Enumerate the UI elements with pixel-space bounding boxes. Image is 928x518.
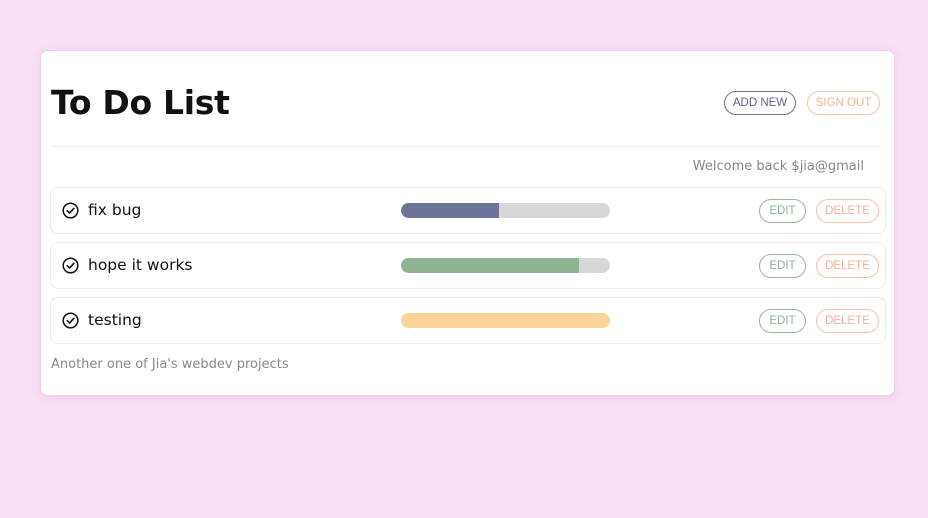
welcome-message: Welcome back $jia@gmail — [692, 159, 864, 174]
page-title: To Do List — [51, 83, 230, 122]
task-progress-bar — [401, 258, 610, 273]
task-label: testing — [88, 311, 142, 329]
footer-text: Another one of Jia's webdev projects — [51, 357, 289, 372]
card-header: To Do List ADD NEW SIGN OUT — [51, 51, 884, 147]
check-circle-icon[interactable] — [62, 202, 79, 219]
check-circle-icon[interactable] — [62, 257, 79, 274]
edit-button[interactable]: EDIT — [759, 254, 806, 278]
task-row: testing EDIT DELETE — [50, 297, 886, 344]
delete-button[interactable]: DELETE — [816, 254, 879, 278]
task-progress-bar — [401, 203, 610, 218]
task-label: fix bug — [88, 201, 142, 219]
edit-button[interactable]: EDIT — [759, 199, 806, 223]
add-new-button[interactable]: ADD NEW — [724, 91, 796, 115]
task-row: fix bug EDIT DELETE — [50, 187, 886, 234]
todo-card: To Do List ADD NEW SIGN OUT Welcome back… — [40, 50, 895, 396]
check-circle-icon[interactable] — [62, 312, 79, 329]
task-label: hope it works — [88, 256, 193, 274]
delete-button[interactable]: DELETE — [816, 199, 879, 223]
delete-button[interactable]: DELETE — [816, 309, 879, 333]
task-progress-fill — [401, 258, 579, 273]
task-progress-bar — [401, 313, 610, 328]
task-progress-fill — [401, 313, 610, 328]
edit-button[interactable]: EDIT — [759, 309, 806, 333]
sign-out-button[interactable]: SIGN OUT — [807, 91, 880, 115]
task-progress-fill — [401, 203, 500, 218]
task-row: hope it works EDIT DELETE — [50, 242, 886, 289]
